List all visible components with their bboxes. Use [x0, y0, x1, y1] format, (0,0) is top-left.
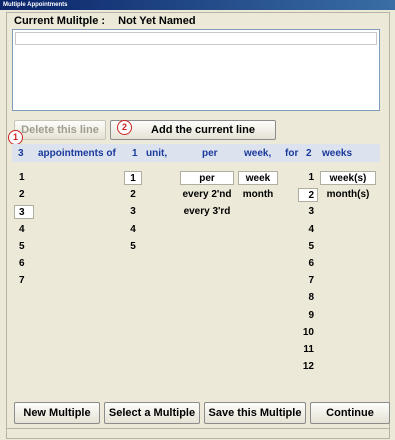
appointments-option[interactable]: 4 [14, 223, 34, 237]
duration-option[interactable]: 6 [298, 257, 318, 271]
current-multiple-row: Current Mulitple : Not Yet Named [14, 15, 206, 27]
duration-unit-option[interactable]: week(s) [320, 171, 376, 185]
summary-unit: unit, [146, 148, 168, 159]
delete-line-button[interactable]: Delete this line [14, 120, 106, 140]
summary-period: week, [244, 148, 272, 159]
appointments-option[interactable]: 7 [14, 274, 34, 288]
duration-option[interactable]: 8 [298, 291, 318, 305]
duration-option[interactable]: 2 [298, 188, 318, 202]
callout-badge-1: 1 [8, 130, 23, 145]
window-title: Multiple Appointments [0, 0, 395, 10]
multiple-lines-box[interactable] [12, 29, 380, 111]
appointments-option[interactable]: 5 [14, 240, 34, 254]
callout-badge-2: 2 [117, 120, 132, 135]
duration-option[interactable]: 7 [298, 274, 318, 288]
continue-button[interactable]: Continue [310, 402, 390, 424]
per-option[interactable]: every 3'rd [180, 205, 234, 219]
duration-option[interactable]: 10 [298, 326, 318, 340]
per-option[interactable]: every 2'nd [180, 188, 234, 202]
current-multiple-name: Not Yet Named [118, 15, 196, 27]
status-bar [6, 428, 390, 440]
duration-option[interactable]: 12 [298, 360, 318, 374]
duration-option[interactable]: 5 [298, 240, 318, 254]
unit-option[interactable]: 4 [124, 223, 142, 237]
summary-duration: 2 [306, 148, 312, 159]
duration-option[interactable]: 11 [298, 343, 318, 357]
per-option[interactable]: per [180, 171, 234, 185]
duration-unit-option[interactable]: month(s) [320, 188, 376, 202]
summary-per: per [202, 148, 218, 159]
appointments-option[interactable]: 2 [14, 188, 34, 202]
duration-option[interactable]: 1 [298, 171, 318, 185]
period-option[interactable]: month [238, 188, 278, 202]
multiple-line-row[interactable] [15, 32, 377, 45]
appointments-option[interactable]: 1 [14, 171, 34, 185]
appointments-option[interactable]: 6 [14, 257, 34, 271]
summary-duration-unit: weeks [322, 148, 353, 159]
select-multiple-button[interactable]: Select a Multiple [104, 402, 200, 424]
duration-option[interactable]: 9 [298, 309, 318, 323]
appointments-option[interactable]: 3 [14, 205, 34, 219]
summary-unit-count: 1 [132, 148, 138, 159]
summary-appointments-of: appointments of [38, 148, 116, 159]
current-multiple-label: Current Mulitple : [14, 15, 106, 27]
unit-option[interactable]: 5 [124, 240, 142, 254]
save-multiple-button[interactable]: Save this Multiple [204, 402, 306, 424]
duration-option[interactable]: 3 [298, 205, 318, 219]
summary-count: 3 [18, 148, 24, 159]
unit-option[interactable]: 2 [124, 188, 142, 202]
add-line-label: Add the current line [151, 124, 255, 136]
new-multiple-button[interactable]: New Multiple [14, 402, 100, 424]
summary-for: for [285, 148, 299, 159]
period-option[interactable]: week [238, 171, 278, 185]
duration-option[interactable]: 4 [298, 223, 318, 237]
add-line-button[interactable]: Add the current line [110, 120, 276, 140]
unit-option[interactable]: 1 [124, 171, 142, 185]
unit-option[interactable]: 3 [124, 205, 142, 219]
